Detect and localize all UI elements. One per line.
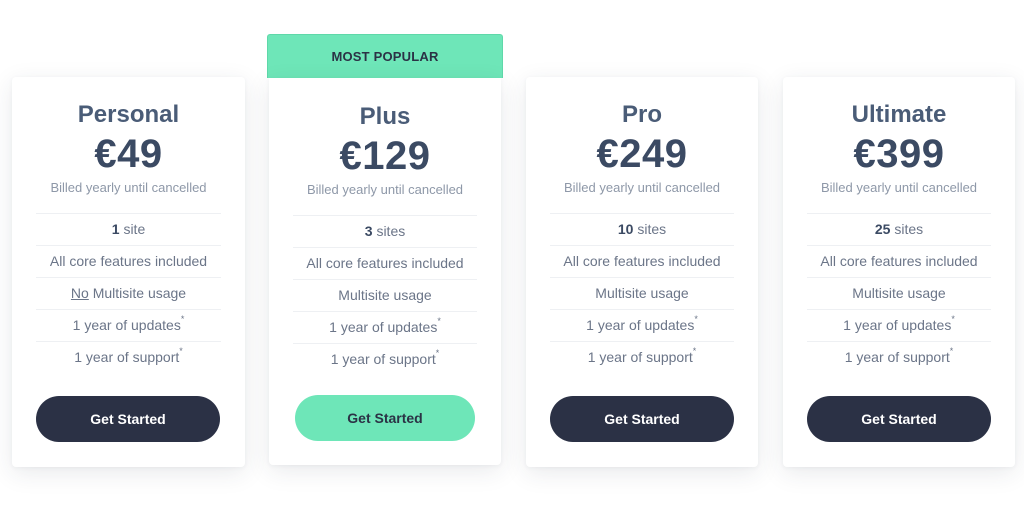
feature-sites: 10 sites bbox=[550, 213, 734, 245]
feature-updates: 1 year of updates* bbox=[550, 309, 734, 341]
plan-name: Personal bbox=[77, 101, 180, 128]
feature-list: 25 sites All core features included Mult… bbox=[807, 213, 991, 373]
feature-multisite: No Multisite usage bbox=[36, 277, 221, 309]
updates-label: 1 year of updates bbox=[843, 317, 952, 333]
support-label: 1 year of support bbox=[587, 349, 693, 365]
plan-name: Ultimate bbox=[851, 101, 947, 128]
sites-count: 1 bbox=[111, 221, 120, 237]
footnote-mark: * bbox=[180, 314, 185, 324]
multisite-label: Multisite usage bbox=[92, 285, 187, 301]
sites-count: 3 bbox=[364, 223, 373, 239]
footnote-mark: * bbox=[179, 346, 183, 356]
feature-sites: 3 sites bbox=[293, 215, 477, 247]
plan-price: €399 bbox=[853, 132, 945, 176]
plan-card-plus: Plus €129 Billed yearly until cancelled … bbox=[269, 78, 501, 465]
updates-label: 1 year of updates bbox=[329, 319, 438, 335]
feature-multisite: Multisite usage bbox=[550, 277, 734, 309]
plan-price: €49 bbox=[94, 132, 163, 176]
sites-unit: sites bbox=[376, 223, 406, 239]
get-started-button-ultimate[interactable]: Get Started bbox=[807, 396, 991, 442]
feature-support: 1 year of support* bbox=[807, 341, 991, 373]
footnote-mark: * bbox=[951, 314, 955, 324]
billing-note: Billed yearly until cancelled bbox=[563, 180, 721, 195]
feature-updates: 1 year of updates* bbox=[293, 311, 477, 343]
footnote-mark: * bbox=[435, 348, 440, 358]
plan-price: €249 bbox=[596, 132, 688, 176]
feature-sites: 1 site bbox=[36, 213, 221, 245]
feature-core: All core features included bbox=[293, 247, 477, 279]
plan-name: Plus bbox=[359, 103, 411, 130]
support-label: 1 year of support bbox=[330, 351, 436, 367]
feature-list: 10 sites All core features included Mult… bbox=[550, 213, 734, 373]
footnote-mark: * bbox=[949, 346, 954, 356]
plan-card-ultimate: Ultimate €399 Billed yearly until cancel… bbox=[783, 77, 1015, 467]
support-label: 1 year of support bbox=[844, 349, 950, 365]
plan-card-pro: Pro €249 Billed yearly until cancelled 1… bbox=[526, 77, 758, 467]
feature-list: 3 sites All core features included Multi… bbox=[293, 215, 477, 375]
footnote-mark: * bbox=[692, 346, 697, 356]
feature-updates: 1 year of updates* bbox=[36, 309, 221, 341]
get-started-button-personal[interactable]: Get Started bbox=[36, 396, 220, 442]
feature-sites: 25 sites bbox=[807, 213, 991, 245]
feature-multisite: Multisite usage bbox=[807, 277, 991, 309]
support-label: 1 year of support bbox=[74, 349, 180, 365]
get-started-button-plus[interactable]: Get Started bbox=[295, 395, 475, 441]
feature-support: 1 year of support* bbox=[550, 341, 734, 373]
updates-label: 1 year of updates bbox=[72, 317, 181, 333]
sites-unit: sites bbox=[637, 221, 667, 237]
feature-core: All core features included bbox=[550, 245, 734, 277]
sites-unit: site bbox=[123, 221, 146, 237]
billing-note: Billed yearly until cancelled bbox=[820, 180, 978, 195]
billing-note: Billed yearly until cancelled bbox=[50, 180, 207, 195]
get-started-button-pro[interactable]: Get Started bbox=[550, 396, 734, 442]
plan-name: Pro bbox=[621, 101, 662, 128]
feature-support: 1 year of support* bbox=[36, 341, 221, 373]
feature-support: 1 year of support* bbox=[293, 343, 477, 375]
plan-card-personal: Personal €49 Billed yearly until cancell… bbox=[12, 77, 245, 467]
feature-core: All core features included bbox=[36, 245, 221, 277]
updates-label: 1 year of updates bbox=[586, 317, 695, 333]
sites-unit: sites bbox=[894, 221, 924, 237]
feature-updates: 1 year of updates* bbox=[807, 309, 991, 341]
feature-core: All core features included bbox=[807, 245, 991, 277]
plan-price: €129 bbox=[339, 134, 431, 178]
most-popular-badge: MOST POPULAR bbox=[267, 34, 503, 78]
footnote-mark: * bbox=[437, 316, 441, 326]
sites-count: 25 bbox=[874, 221, 891, 237]
sites-count: 10 bbox=[617, 221, 634, 237]
feature-multisite: Multisite usage bbox=[293, 279, 477, 311]
footnote-mark: * bbox=[694, 314, 698, 324]
feature-list: 1 site All core features included No Mul… bbox=[36, 213, 221, 373]
billing-note: Billed yearly until cancelled bbox=[306, 182, 464, 197]
multisite-negation: No bbox=[70, 285, 89, 301]
